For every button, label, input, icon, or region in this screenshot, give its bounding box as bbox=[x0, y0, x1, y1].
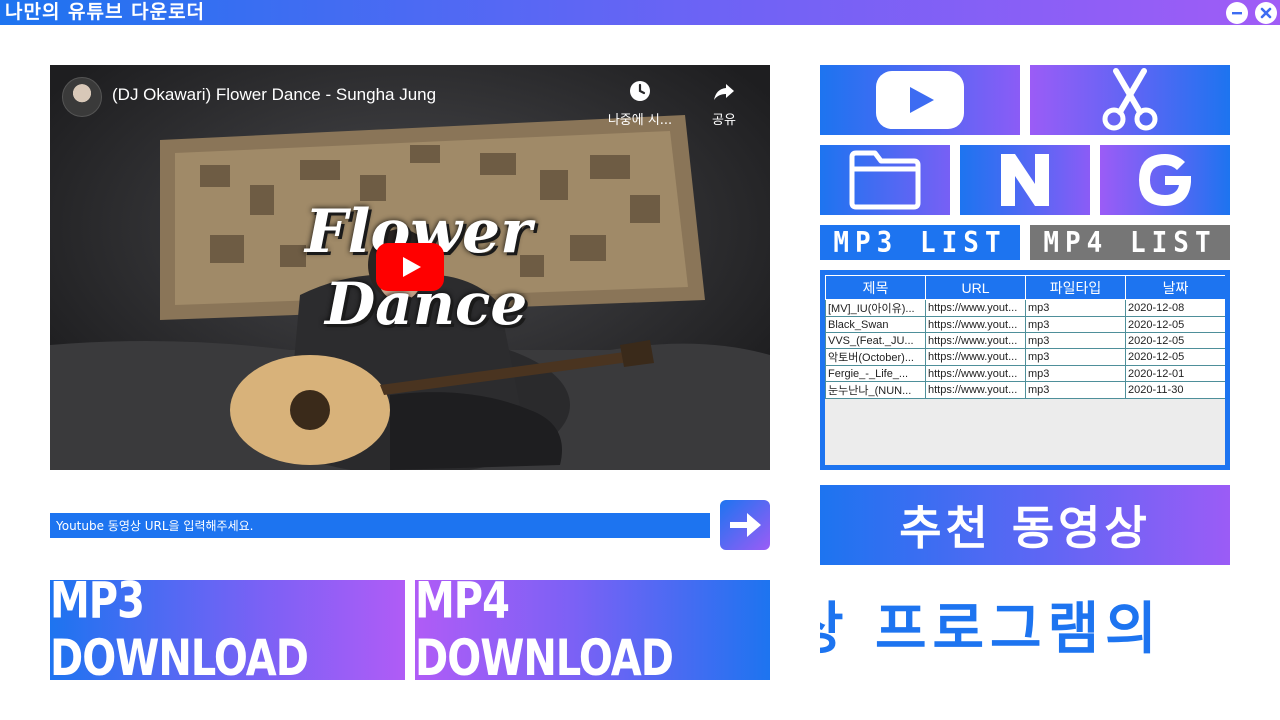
scissors-icon bbox=[1102, 68, 1158, 131]
share-label: 공유 bbox=[712, 113, 736, 128]
recommend-videos-button[interactable]: 추천 동영상 bbox=[820, 485, 1230, 565]
cell-title: VVS_(Feat._JU... bbox=[825, 332, 926, 349]
cell-url: https://www.yout... bbox=[925, 381, 1026, 399]
mp3-download-button[interactable]: MP3 DOWNLOAD bbox=[50, 573, 405, 688]
minus-icon bbox=[1232, 12, 1242, 15]
naver-icon bbox=[1001, 154, 1049, 206]
cell-date: 2020-12-05 bbox=[1125, 316, 1225, 333]
table-row[interactable]: Fergie_-_Life_... https://www.yout... mp… bbox=[825, 365, 1225, 382]
cut-button[interactable] bbox=[1030, 65, 1230, 135]
mp4-download-button[interactable]: MP4 DOWNLOAD bbox=[415, 573, 770, 688]
video-player[interactable]: (DJ Okawari) Flower Dance - Sungha Jung … bbox=[50, 65, 770, 470]
table-row[interactable]: Black_Swan https://www.yout... mp3 2020-… bbox=[825, 316, 1225, 333]
channel-avatar[interactable] bbox=[62, 77, 102, 117]
marquee-text: 상 프로그램의 bbox=[820, 597, 1163, 662]
google-icon bbox=[1139, 154, 1191, 206]
cell-url: https://www.yout... bbox=[925, 316, 1026, 333]
close-button[interactable] bbox=[1255, 2, 1277, 24]
folder-icon bbox=[849, 150, 921, 210]
cell-title: [MV]_IU(아이유)... bbox=[825, 299, 926, 317]
watch-later-button[interactable]: 나중에 시... bbox=[600, 79, 680, 128]
cell-filetype: mp3 bbox=[1025, 348, 1126, 366]
cell-url: https://www.yout... bbox=[925, 299, 1026, 317]
mp4-list-label: MP4 LIST bbox=[1043, 226, 1217, 259]
cell-date: 2020-12-08 bbox=[1125, 299, 1225, 317]
cell-filetype: mp3 bbox=[1025, 299, 1126, 317]
video-title[interactable]: (DJ Okawari) Flower Dance - Sungha Jung bbox=[112, 85, 436, 105]
mp3-list-tab[interactable]: MP3 LIST bbox=[820, 225, 1020, 260]
clock-icon bbox=[630, 81, 650, 101]
watch-later-label: 나중에 시... bbox=[607, 113, 673, 128]
header-date[interactable]: 날짜 bbox=[1125, 275, 1225, 300]
cell-date: 2020-12-05 bbox=[1125, 348, 1225, 366]
table-row[interactable]: 눈누난나_(NUN... https://www.yout... mp3 202… bbox=[825, 381, 1225, 399]
url-input[interactable] bbox=[50, 513, 710, 538]
cell-url: https://www.yout... bbox=[925, 365, 1026, 382]
google-button[interactable] bbox=[1100, 145, 1230, 215]
recommend-label: 추천 동영상 bbox=[899, 501, 1151, 555]
cell-filetype: mp3 bbox=[1025, 381, 1126, 399]
folder-button[interactable] bbox=[820, 145, 950, 215]
cell-title: 악토버(October)... bbox=[825, 348, 926, 366]
share-button[interactable]: 공유 bbox=[684, 79, 764, 128]
header-title[interactable]: 제목 bbox=[825, 275, 926, 300]
header-filetype[interactable]: 파일타입 bbox=[1025, 275, 1126, 300]
window-title: 나만의 유튜브 다운로더 bbox=[5, 1, 206, 23]
youtube-icon bbox=[876, 71, 964, 129]
table-row[interactable]: VVS_(Feat._JU... https://www.yout... mp3… bbox=[825, 332, 1225, 349]
history-table-area[interactable]: 제목 URL 파일타입 날짜 [MV]_IU(아이유)... https://w… bbox=[825, 275, 1225, 465]
youtube-button[interactable] bbox=[820, 65, 1020, 135]
mp3-list-label: MP3 LIST bbox=[833, 226, 1007, 259]
table-row[interactable]: [MV]_IU(아이유)... https://www.yout... mp3 … bbox=[825, 299, 1225, 317]
cell-url: https://www.yout... bbox=[925, 332, 1026, 349]
download-history: 제목 URL 파일타입 날짜 [MV]_IU(아이유)... https://w… bbox=[820, 270, 1230, 470]
close-icon bbox=[1260, 7, 1272, 19]
cell-filetype: mp3 bbox=[1025, 316, 1126, 333]
cell-date: 2020-12-05 bbox=[1125, 332, 1225, 349]
cell-date: 2020-12-01 bbox=[1125, 365, 1225, 382]
play-button[interactable] bbox=[376, 243, 444, 291]
arrow-right-icon bbox=[730, 513, 761, 537]
share-icon bbox=[714, 84, 734, 100]
cell-date: 2020-11-30 bbox=[1125, 381, 1225, 399]
mp4-download-label: MP4 DOWNLOAD bbox=[415, 572, 674, 688]
mp3-download-label: MP3 DOWNLOAD bbox=[50, 572, 309, 688]
history-table: 제목 URL 파일타입 날짜 [MV]_IU(아이유)... https://w… bbox=[825, 275, 1225, 399]
mp4-list-tab[interactable]: MP4 LIST bbox=[1030, 225, 1230, 260]
marquee-banner: 상 프로그램의 bbox=[820, 595, 1230, 665]
table-header-row: 제목 URL 파일타입 날짜 bbox=[825, 275, 1225, 300]
cell-url: https://www.yout... bbox=[925, 348, 1026, 366]
cell-filetype: mp3 bbox=[1025, 332, 1126, 349]
naver-button[interactable] bbox=[960, 145, 1090, 215]
table-row[interactable]: 악토버(October)... https://www.yout... mp3 … bbox=[825, 348, 1225, 366]
minimize-button[interactable] bbox=[1226, 2, 1248, 24]
header-url[interactable]: URL bbox=[925, 275, 1026, 300]
submit-url-button[interactable] bbox=[720, 500, 770, 550]
cell-filetype: mp3 bbox=[1025, 365, 1126, 382]
title-bar: 나만의 유튜브 다운로더 bbox=[0, 0, 1280, 25]
cell-title: Fergie_-_Life_... bbox=[825, 365, 926, 382]
cell-title: Black_Swan bbox=[825, 316, 926, 333]
cell-title: 눈누난나_(NUN... bbox=[825, 381, 926, 399]
